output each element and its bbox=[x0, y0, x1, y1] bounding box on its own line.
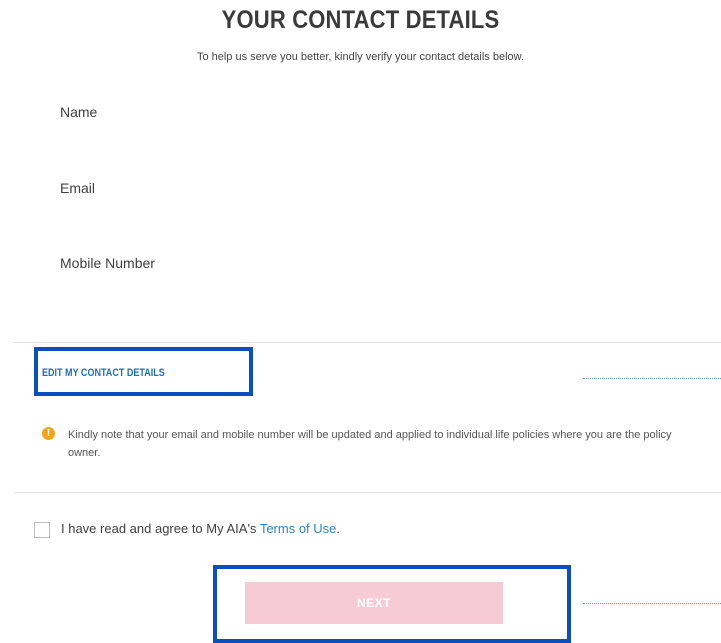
notice-text: Kindly note that your email and mobile n… bbox=[68, 429, 672, 459]
terms-consent-label: I have read and agree to My AIA's Terms … bbox=[61, 521, 340, 536]
next-button[interactable]: NEXT bbox=[245, 582, 503, 624]
next-callout-line bbox=[583, 603, 721, 605]
mobile-number-label: Mobile Number bbox=[60, 255, 155, 271]
terms-consent-suffix: . bbox=[336, 521, 341, 536]
info-warning-icon: ! bbox=[42, 427, 55, 440]
section-divider bbox=[14, 492, 721, 493]
page-title: YOUR CONTACT DETAILS bbox=[221, 6, 500, 34]
edit-contact-details-link[interactable]: EDIT MY CONTACT DETAILS bbox=[42, 367, 165, 379]
email-label: Email bbox=[60, 180, 96, 196]
page-subtitle: To help us serve you better, kindly veri… bbox=[196, 51, 525, 63]
edit-callout-line bbox=[583, 378, 721, 380]
terms-checkbox[interactable] bbox=[34, 522, 50, 538]
terms-of-use-link[interactable]: Terms of Use bbox=[260, 521, 337, 536]
section-divider bbox=[14, 342, 721, 343]
name-label: Name bbox=[60, 104, 98, 120]
terms-consent-prefix: I have read and agree to My AIA's bbox=[61, 521, 260, 536]
